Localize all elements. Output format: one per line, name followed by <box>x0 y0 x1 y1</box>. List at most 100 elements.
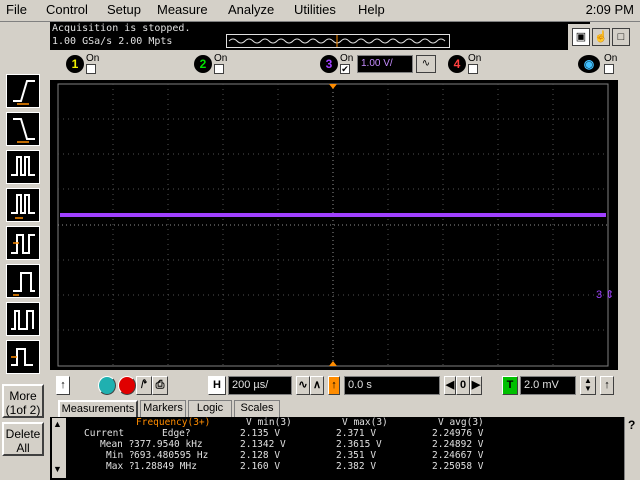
math-checkbox[interactable] <box>604 64 614 74</box>
tab-measurements[interactable]: Measurements <box>58 400 138 417</box>
delay-right-button[interactable]: ▶ <box>470 376 482 395</box>
menu-analyze[interactable]: Analyze <box>228 2 274 17</box>
cell-frequency: 1.28849 MHz <box>134 461 197 472</box>
cell-vmax: 2.3615 V <box>336 439 382 450</box>
tab-markers[interactable]: Markers <box>140 400 186 417</box>
trigger-level-field[interactable]: 2.0 mV <box>520 376 576 395</box>
trigger-level-stepper[interactable]: ▲ ▼ <box>580 376 596 395</box>
trigger-delay-button[interactable] <box>6 302 40 336</box>
table-row: Mean ? 377.9540 kHz 2.1342 V 2.3615 V 2.… <box>50 440 610 450</box>
menu-setup[interactable]: Setup <box>107 2 141 17</box>
more-button[interactable]: More (1of 2) <box>2 384 44 418</box>
trigger-rising-edge-button[interactable] <box>6 74 40 108</box>
overview-waveform <box>228 35 446 47</box>
clock: 2:09 PM <box>585 2 634 17</box>
display-mode-buttons: ▣ ☝ □ <box>568 24 640 50</box>
cell-vavg: 2.24976 V <box>432 428 484 439</box>
maximize-icon[interactable]: □ <box>612 28 630 46</box>
stop-button[interactable]: ● <box>118 376 136 395</box>
menu-file[interactable]: File <box>6 2 27 17</box>
horizontal-button[interactable]: H <box>208 376 226 395</box>
menu-control[interactable]: Control <box>46 2 88 17</box>
channel-3-coupling-icon[interactable]: ∿ <box>416 55 436 73</box>
trigger-falling-edge-button[interactable] <box>6 112 40 146</box>
tab-logic[interactable]: Logic <box>188 400 232 417</box>
window-layout-icon[interactable]: ▣ <box>572 28 590 46</box>
menu-help[interactable]: Help <box>358 2 385 17</box>
trigger-up-arrow[interactable]: ↑ <box>56 376 70 395</box>
math-function-icon[interactable]: ◉ <box>578 55 600 73</box>
help-icon[interactable]: ? <box>628 418 635 432</box>
delay-marker-icon[interactable]: ↑ <box>328 376 340 395</box>
pulse-width-icon <box>11 194 35 219</box>
header-vavg: V avg(3) <box>438 417 484 428</box>
timebase-field[interactable]: 200 µs/ <box>228 376 292 395</box>
trigger-timeout-button[interactable] <box>6 340 40 374</box>
trigger-slope-icon[interactable]: ↑ <box>600 376 614 395</box>
cell-vmax: 2.371 V <box>336 428 377 439</box>
channel-4-badge[interactable]: 4 <box>448 55 466 73</box>
trigger-glitch-button[interactable] <box>6 150 40 184</box>
delay-left-button[interactable]: ◀ <box>444 376 456 395</box>
trigger-state-button[interactable] <box>6 264 40 298</box>
cell-vmax: 2.382 V <box>336 461 377 472</box>
delay-field[interactable]: 0.0 s <box>344 376 440 395</box>
cell-vmin: 2.1342 V <box>240 439 286 450</box>
menu-utilities[interactable]: Utilities <box>294 2 336 17</box>
trigger-position-marker-bottom <box>329 361 337 366</box>
table-row: Max ? 1.28849 MHz 2.160 V 2.382 V 2.2505… <box>50 462 610 472</box>
measurement-help-scrollbar[interactable]: ? <box>624 417 640 480</box>
cell-vmin: 2.160 V <box>240 461 281 472</box>
cell-frequency: Edge? <box>162 428 191 439</box>
state-icon <box>13 272 35 296</box>
scroll-up-icon[interactable]: ▲ <box>53 419 62 429</box>
row-label: Min ? <box>106 450 135 461</box>
cell-vavg: 2.24892 V <box>432 439 484 450</box>
cell-vavg: 2.24667 V <box>432 450 484 461</box>
measurement-left-scroll[interactable]: ▲ ▼ <box>52 418 66 478</box>
timeout-icon <box>11 348 33 366</box>
header-vmax: V max(3) <box>342 417 388 428</box>
row-label: Mean ? <box>100 439 135 450</box>
table-row: Min ? 693.480595 Hz 2.128 V 2.351 V 2.24… <box>50 451 610 461</box>
ground-marker-label: 3 <box>596 289 603 301</box>
cell-vmin: 2.128 V <box>240 450 281 461</box>
channel-3-ground-marker[interactable]: 3 ⇕ <box>596 288 614 301</box>
trigger-button[interactable]: T <box>502 376 518 395</box>
falling-edge-icon <box>13 118 35 143</box>
delay-zero-button[interactable]: 0 <box>456 376 470 395</box>
menu-bar: File Control Setup Measure Analyze Utili… <box>0 0 640 22</box>
delay-ref-icon[interactable]: ∧ <box>310 376 324 395</box>
cell-vmax: 2.351 V <box>336 450 377 461</box>
cell-frequency: 377.9540 kHz <box>134 439 203 450</box>
glitch-icon <box>11 156 35 176</box>
waveform-overview[interactable] <box>226 34 450 48</box>
waveform-display[interactable] <box>50 80 618 370</box>
math-on-label: On <box>604 53 618 64</box>
tab-scales[interactable]: Scales <box>234 400 280 417</box>
channel-1-on-label: On <box>86 53 100 64</box>
scroll-down-icon[interactable]: ▼ <box>53 464 62 474</box>
single-button[interactable]: ⭚ <box>136 376 152 395</box>
cell-vavg: 2.25058 V <box>432 461 484 472</box>
run-button[interactable]: ● <box>98 376 116 395</box>
pattern-icon <box>11 234 35 254</box>
channel-3-scale-field[interactable]: 1.00 V/ <box>357 55 413 73</box>
print-icon[interactable]: ⎙ <box>152 376 168 395</box>
sample-rate-text: 1.00 GSa/s 2.00 Mpts <box>52 36 173 47</box>
pointer-mode-icon[interactable]: ☝ <box>592 28 610 46</box>
trigger-pattern-button[interactable] <box>6 226 40 260</box>
trigger-pulse-width-button[interactable] <box>6 188 40 222</box>
channel-2-checkbox[interactable] <box>214 64 224 74</box>
panel-tabs: Measurements Markers Logic Scales <box>58 400 640 418</box>
delete-all-button[interactable]: Delete All <box>2 422 44 456</box>
channel-2-badge[interactable]: 2 <box>194 55 212 73</box>
channel-3-checkbox[interactable]: ✔ <box>340 64 350 74</box>
channel-3-badge[interactable]: 3 <box>320 55 338 73</box>
channel-4-checkbox[interactable] <box>468 64 478 74</box>
channel-1-badge[interactable]: 1 <box>66 55 84 73</box>
menu-measure[interactable]: Measure <box>157 2 208 17</box>
cell-vmin: 2.135 V <box>240 428 281 439</box>
channel-1-checkbox[interactable] <box>86 64 96 74</box>
zoom-icon[interactable]: ∿ <box>296 376 310 395</box>
